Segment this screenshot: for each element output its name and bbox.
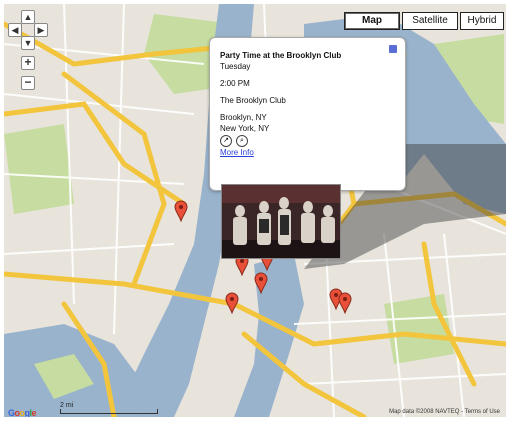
map-attribution: Map data ©2008 NAVTEQ - Terms of Use: [389, 409, 500, 415]
info-window-line: Brooklyn, NY: [220, 113, 267, 122]
info-window-link[interactable]: More Info: [220, 147, 395, 158]
pan-up-button[interactable]: ▲: [21, 10, 35, 24]
map-frame: ▲ ◀ ▶ ▼ + − Map Satellite Hybrid Party T…: [0, 0, 510, 423]
info-window-line: Tuesday: [220, 62, 251, 71]
info-window-line: The Brooklyn Club: [220, 96, 286, 105]
map-type-satellite-button[interactable]: Satellite: [402, 12, 458, 30]
band-photo: [221, 184, 341, 259]
map-marker-7[interactable]: [338, 292, 352, 314]
zoom-out-button[interactable]: −: [21, 76, 35, 90]
pan-left-button[interactable]: ◀: [8, 23, 22, 37]
map-marker-5[interactable]: [225, 292, 239, 314]
scale-bar-line: [60, 409, 158, 414]
pan-right-button[interactable]: ▶: [34, 23, 48, 37]
info-window-line: New York, NY: [220, 124, 270, 133]
map-canvas[interactable]: ▲ ◀ ▶ ▼ + − Map Satellite Hybrid Party T…: [4, 4, 506, 417]
directions-icon[interactable]: ↗: [220, 134, 232, 147]
info-window-icons: ↗ ⌕: [220, 134, 395, 147]
info-window-line: 2:00 PM: [220, 79, 250, 88]
map-marker-1[interactable]: [174, 200, 188, 222]
map-marker-4[interactable]: [254, 272, 268, 294]
map-navigation-control: ▲ ◀ ▶ ▼ + −: [8, 10, 48, 120]
pan-down-button[interactable]: ▼: [21, 36, 35, 50]
map-type-map-button[interactable]: Map: [344, 12, 400, 30]
scale-label: 2 mi: [60, 402, 74, 409]
scale-bar: 2 mi: [60, 402, 158, 414]
zoom-icon[interactable]: ⌕: [236, 134, 248, 147]
logo-letter: e: [31, 408, 37, 417]
zoom-in-button[interactable]: +: [21, 56, 35, 70]
map-type-hybrid-button[interactable]: Hybrid: [460, 12, 504, 30]
info-window: Party Time at the Brooklyn Club Tuesday …: [209, 37, 406, 191]
google-logo[interactable]: Google: [8, 408, 36, 417]
info-window-close-icon[interactable]: [389, 45, 397, 53]
info-window-title: Party Time at the Brooklyn Club: [220, 51, 342, 60]
